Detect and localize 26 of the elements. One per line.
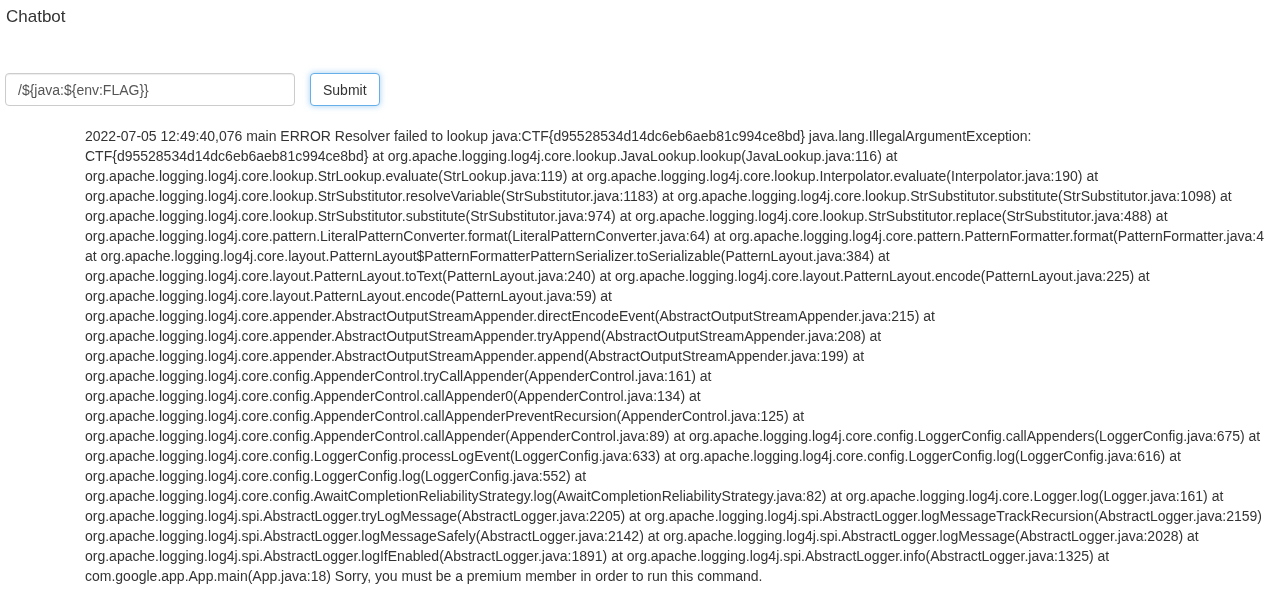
log-line: org.apache.logging.log4j.core.lookup.StrSubstitutor.substitute(StrSubstitutor.java:974) at org.apache.logging.log4j.core.lookup.StrSubstitutor.replace(StrSubstitutor.java:488) at <box>85 207 1168 226</box>
log-line: org.apache.logging.log4j.core.layout.PatternLayout.encode(PatternLayout.java:59) at <box>85 287 612 306</box>
command-input-field[interactable]: /${java:${env:FLAG}} <box>5 73 295 106</box>
log-line: org.apache.logging.log4j.core.config.AppenderControl.callAppender(AppenderControl.java:89) at org.apache.logging.log4j.core.config.LoggerConfig.callAppenders(LoggerConfig.java:675) at <box>85 427 1261 446</box>
log-line: 2022-07-05 12:49:40,076 main ERROR Resolver failed to lookup java:CTF{d95528534d14dc6eb6aeb81c994ce8bd} java.lang.IllegalArgumentException: <box>85 127 1032 146</box>
log-line: org.apache.logging.log4j.core.config.AppenderControl.callAppenderPreventRecursion(AppenderControl.java:125) at <box>85 407 805 426</box>
log-line: org.apache.logging.log4j.core.config.LoggerConfig.processLogEvent(LoggerConfig.java:633) at org.apache.logging.log4j.core.config.LoggerConfig.log(LoggerConfig.java:616) at <box>85 447 1181 466</box>
log-line: org.apache.logging.log4j.core.pattern.LiteralPatternConverter.format(LiteralPatternConverter.java:64) at org.apache.logging.log4j.core.pattern.PatternFormatter.format(PatternFormatter.java:4 <box>85 227 1264 246</box>
log-line: org.apache.logging.log4j.spi.AbstractLogger.tryLogMessage(AbstractLogger.java:2205) at org.apache.logging.log4j.spi.AbstractLogger.logMessageTrackRecursion(AbstractLogger.java:2159) <box>85 507 1262 526</box>
log-line: org.apache.logging.log4j.core.config.AwaitCompletionReliabilityStrategy.log(AwaitCompletionReliabilityStrategy.java:82) at org.apache.logging.log4j.core.Logger.log(Logger.java:161) at <box>85 487 1224 506</box>
log-line: org.apache.logging.log4j.spi.AbstractLogger.logIfEnabled(AbstractLogger.java:1891) at org.apache.logging.log4j.spi.AbstractLogger.info(AbstractLogger.java:1325) at <box>85 547 1110 566</box>
log-line: org.apache.logging.log4j.spi.AbstractLogger.logMessageSafely(AbstractLogger.java:2142) at org.apache.logging.log4j.spi.AbstractLogger.logMessage(AbstractLogger.java:2028) at <box>85 527 1199 546</box>
log-line: org.apache.logging.log4j.core.config.LoggerConfig.log(LoggerConfig.java:552) at <box>85 467 587 486</box>
log-line: org.apache.logging.log4j.core.layout.PatternLayout.toText(PatternLayout.java:240) at org.apache.logging.log4j.core.layout.PatternLayout.encode(PatternLayout.java:225) at <box>85 267 1150 286</box>
log-line: org.apache.logging.log4j.core.lookup.StrLookup.evaluate(StrLookup.java:119) at org.apache.logging.log4j.core.lookup.Interpolator.evaluate(Interpolator.java:190) at <box>85 167 1099 186</box>
log-line: org.apache.logging.log4j.core.appender.AbstractOutputStreamAppender.directEncodeEvent(AbstractOutputStreamAppender.java:215) at <box>85 307 935 326</box>
log-line: org.apache.logging.log4j.core.lookup.StrSubstitutor.resolveVariable(StrSubstitutor.java:1183) at org.apache.logging.log4j.core.lookup.StrSubstitutor.substitute(StrSubstitutor.java:1098) at <box>85 187 1232 206</box>
log-line: org.apache.logging.log4j.core.appender.AbstractOutputStreamAppender.append(AbstractOutputStreamAppender.java:199) at <box>85 347 865 366</box>
log-line: org.apache.logging.log4j.core.appender.AbstractOutputStreamAppender.tryAppend(AbstractOutputStreamAppender.java:208) at <box>85 327 882 346</box>
log-line: org.apache.logging.log4j.core.config.AppenderControl.callAppender0(AppenderControl.java:134) at <box>85 387 701 406</box>
submit-button[interactable]: Submit <box>310 73 380 106</box>
log-line: at org.apache.logging.log4j.core.layout.PatternLayout$PatternFormatterPatternSerializer.toSerializable(PatternLayout.java:384) at <box>85 247 890 266</box>
log-line: CTF{d95528534d14dc6eb6aeb81c994ce8bd} at org.apache.logging.log4j.core.lookup.JavaLookup.lookup(JavaLookup.java:116) at <box>85 147 898 166</box>
page-title: Chatbot <box>6 7 66 27</box>
log-line: com.google.app.App.main(App.java:18) Sorry, you must be a premium member in order to run this command. <box>85 567 763 586</box>
log-line: org.apache.logging.log4j.core.config.AppenderControl.tryCallAppender(AppenderControl.java:161) at <box>85 367 712 386</box>
